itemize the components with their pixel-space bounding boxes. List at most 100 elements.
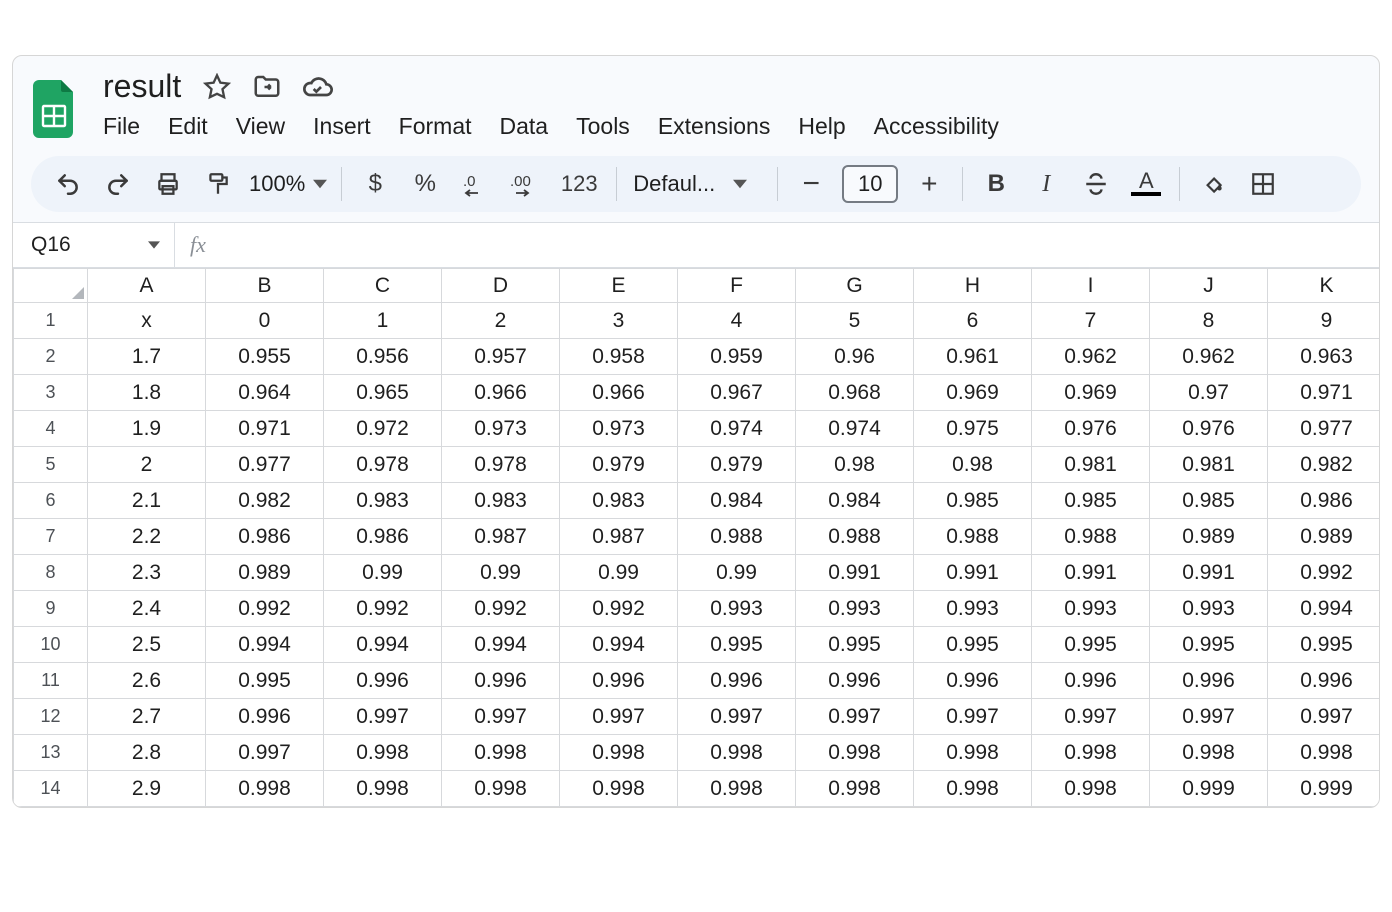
cell[interactable]: 0.991: [1032, 555, 1150, 591]
move-to-folder-icon[interactable]: [251, 71, 283, 103]
row-header[interactable]: 9: [14, 591, 88, 627]
cell[interactable]: 5: [796, 303, 914, 339]
cell[interactable]: 0.998: [1150, 735, 1268, 771]
currency-format-button[interactable]: $: [352, 161, 398, 207]
cell[interactable]: 2: [442, 303, 560, 339]
row-header[interactable]: 3: [14, 375, 88, 411]
cell[interactable]: 0.989: [1150, 519, 1268, 555]
cell[interactable]: 0.99: [678, 555, 796, 591]
cell[interactable]: 0.996: [324, 663, 442, 699]
cell[interactable]: 0.997: [442, 699, 560, 735]
cell[interactable]: 0.991: [914, 555, 1032, 591]
cell[interactable]: 0.994: [324, 627, 442, 663]
col-header[interactable]: A: [88, 269, 206, 303]
sheets-logo-icon[interactable]: [31, 79, 79, 139]
menu-extensions[interactable]: Extensions: [658, 113, 771, 140]
cell[interactable]: 0.982: [1268, 447, 1381, 483]
cloud-status-icon[interactable]: [301, 71, 333, 103]
cell[interactable]: 0.972: [324, 411, 442, 447]
cell[interactable]: 0.99: [442, 555, 560, 591]
cell[interactable]: 0.988: [678, 519, 796, 555]
menu-insert[interactable]: Insert: [313, 113, 371, 140]
cell[interactable]: 0.994: [560, 627, 678, 663]
cell[interactable]: 0.991: [796, 555, 914, 591]
row-header[interactable]: 11: [14, 663, 88, 699]
row-header[interactable]: 12: [14, 699, 88, 735]
cell[interactable]: 0.997: [206, 735, 324, 771]
cell[interactable]: 0.966: [560, 375, 678, 411]
cell[interactable]: 0.997: [324, 699, 442, 735]
cell[interactable]: 0.998: [442, 735, 560, 771]
menu-accessibility[interactable]: Accessibility: [874, 113, 999, 140]
cell[interactable]: 0.983: [560, 483, 678, 519]
row-header[interactable]: 14: [14, 771, 88, 807]
doc-title[interactable]: result: [101, 68, 183, 105]
cell[interactable]: 0.963: [1268, 339, 1381, 375]
cell[interactable]: 2.3: [88, 555, 206, 591]
cell[interactable]: 0: [206, 303, 324, 339]
cell[interactable]: 0.971: [206, 411, 324, 447]
cell[interactable]: x: [88, 303, 206, 339]
cell[interactable]: 0.962: [1150, 339, 1268, 375]
increase-decimal-button[interactable]: .00: [502, 161, 548, 207]
cell[interactable]: 0.993: [1032, 591, 1150, 627]
text-color-button[interactable]: A: [1123, 161, 1169, 207]
cell[interactable]: 0.991: [1150, 555, 1268, 591]
cell[interactable]: 0.998: [1032, 735, 1150, 771]
cell[interactable]: 0.998: [206, 771, 324, 807]
cell[interactable]: 0.962: [1032, 339, 1150, 375]
cell[interactable]: 0.998: [324, 771, 442, 807]
cell[interactable]: 0.966: [442, 375, 560, 411]
cell[interactable]: 0.998: [560, 735, 678, 771]
name-box[interactable]: Q16: [13, 223, 175, 267]
cell[interactable]: 0.976: [1032, 411, 1150, 447]
cell[interactable]: 0.979: [560, 447, 678, 483]
cell[interactable]: 0.983: [442, 483, 560, 519]
cell[interactable]: 0.998: [914, 771, 1032, 807]
col-header[interactable]: H: [914, 269, 1032, 303]
row-header[interactable]: 5: [14, 447, 88, 483]
cell[interactable]: 0.978: [324, 447, 442, 483]
menu-view[interactable]: View: [236, 113, 285, 140]
cell[interactable]: 0.996: [1268, 663, 1381, 699]
cell[interactable]: 0.985: [914, 483, 1032, 519]
percent-format-button[interactable]: %: [402, 161, 448, 207]
decrease-decimal-button[interactable]: .0: [452, 161, 498, 207]
cell[interactable]: 0.971: [1268, 375, 1381, 411]
cell[interactable]: 0.995: [678, 627, 796, 663]
cell[interactable]: 0.958: [560, 339, 678, 375]
cell[interactable]: 0.974: [796, 411, 914, 447]
cell[interactable]: 0.98: [796, 447, 914, 483]
cell[interactable]: 2.1: [88, 483, 206, 519]
cell[interactable]: 0.956: [324, 339, 442, 375]
cell[interactable]: 2.6: [88, 663, 206, 699]
cell[interactable]: 0.996: [206, 699, 324, 735]
cell[interactable]: 0.989: [1268, 519, 1381, 555]
cell[interactable]: 0.993: [678, 591, 796, 627]
cell[interactable]: 0.994: [206, 627, 324, 663]
cell[interactable]: 0.995: [1032, 627, 1150, 663]
cell[interactable]: 0.997: [1268, 699, 1381, 735]
cell[interactable]: 0.955: [206, 339, 324, 375]
cell[interactable]: 0.995: [1150, 627, 1268, 663]
cell[interactable]: 0.97: [1150, 375, 1268, 411]
print-button[interactable]: [145, 161, 191, 207]
cell[interactable]: 2: [88, 447, 206, 483]
cell[interactable]: 0.988: [796, 519, 914, 555]
cell[interactable]: 0.979: [678, 447, 796, 483]
row-header[interactable]: 2: [14, 339, 88, 375]
cell[interactable]: 0.998: [1032, 771, 1150, 807]
cell[interactable]: 0.973: [442, 411, 560, 447]
cell[interactable]: 0.986: [206, 519, 324, 555]
cell[interactable]: 0.986: [1268, 483, 1381, 519]
cell[interactable]: 0.997: [914, 699, 1032, 735]
cell[interactable]: 0.996: [678, 663, 796, 699]
cell[interactable]: 0.981: [1032, 447, 1150, 483]
cell[interactable]: 0.969: [1032, 375, 1150, 411]
cell[interactable]: 7: [1032, 303, 1150, 339]
cell[interactable]: 0.96: [796, 339, 914, 375]
cell[interactable]: 1: [324, 303, 442, 339]
cell[interactable]: 0.99: [560, 555, 678, 591]
menu-data[interactable]: Data: [500, 113, 549, 140]
cell[interactable]: 0.992: [560, 591, 678, 627]
